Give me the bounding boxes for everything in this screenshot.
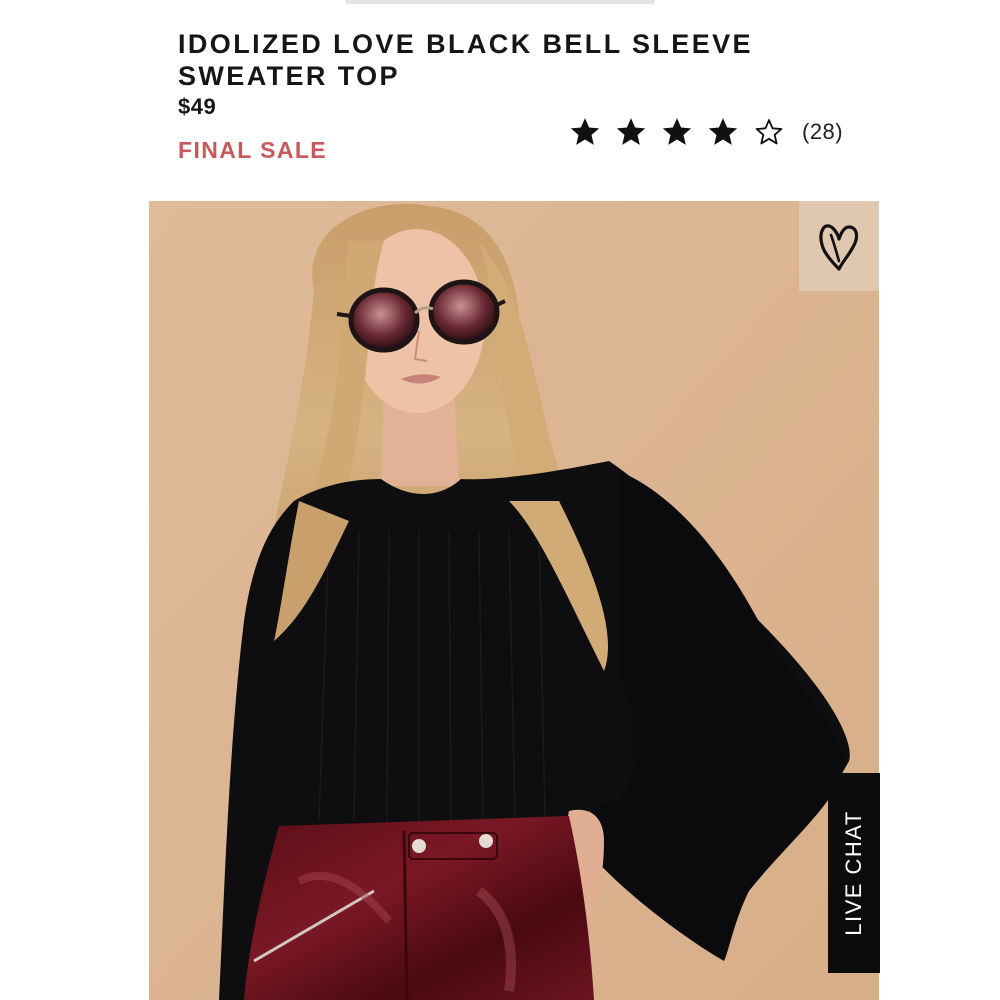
heart-icon (819, 224, 859, 271)
product-price: $49 (178, 94, 217, 119)
live-chat-button[interactable]: LIVE CHAT (828, 773, 880, 973)
star-filled-icon (616, 118, 646, 145)
final-sale-label: FINAL SALE (178, 137, 328, 163)
live-chat-label: LIVE CHAT (841, 810, 866, 936)
product-image[interactable] (149, 201, 879, 1000)
top-nav-edge (345, 0, 655, 4)
product-rating[interactable]: (28) (568, 110, 843, 154)
star-empty-icon (755, 119, 783, 145)
wishlist-button[interactable] (799, 201, 879, 291)
product-photo (149, 201, 879, 1000)
review-count[interactable]: (28) (802, 119, 843, 145)
product-title: IDOLIZED LOVE BLACK BELL SLEEVE SWEATER … (178, 29, 753, 91)
star-filled-icon (662, 118, 692, 145)
star-filled-icon (708, 118, 738, 145)
star-filled-icon (570, 118, 600, 145)
